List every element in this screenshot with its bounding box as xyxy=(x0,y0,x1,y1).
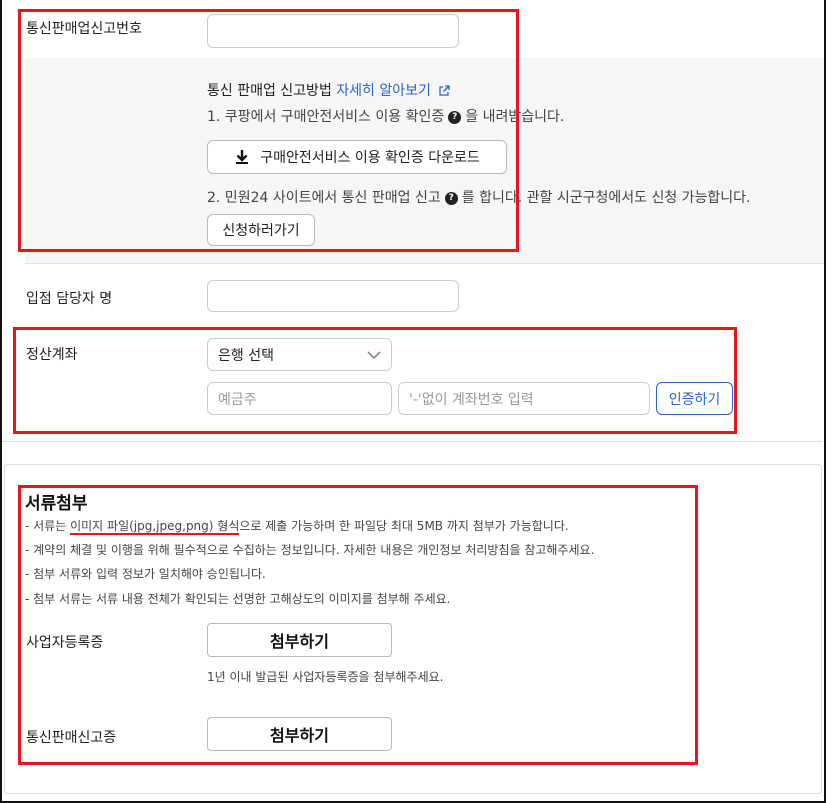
highlight-box-telecom xyxy=(18,9,519,252)
manager-name-input[interactable] xyxy=(207,280,459,312)
highlight-box-documents xyxy=(18,485,698,765)
manager-name-label: 입점 담당자 명 xyxy=(26,291,113,307)
highlight-box-settlement xyxy=(13,327,737,434)
section-divider xyxy=(2,441,822,442)
